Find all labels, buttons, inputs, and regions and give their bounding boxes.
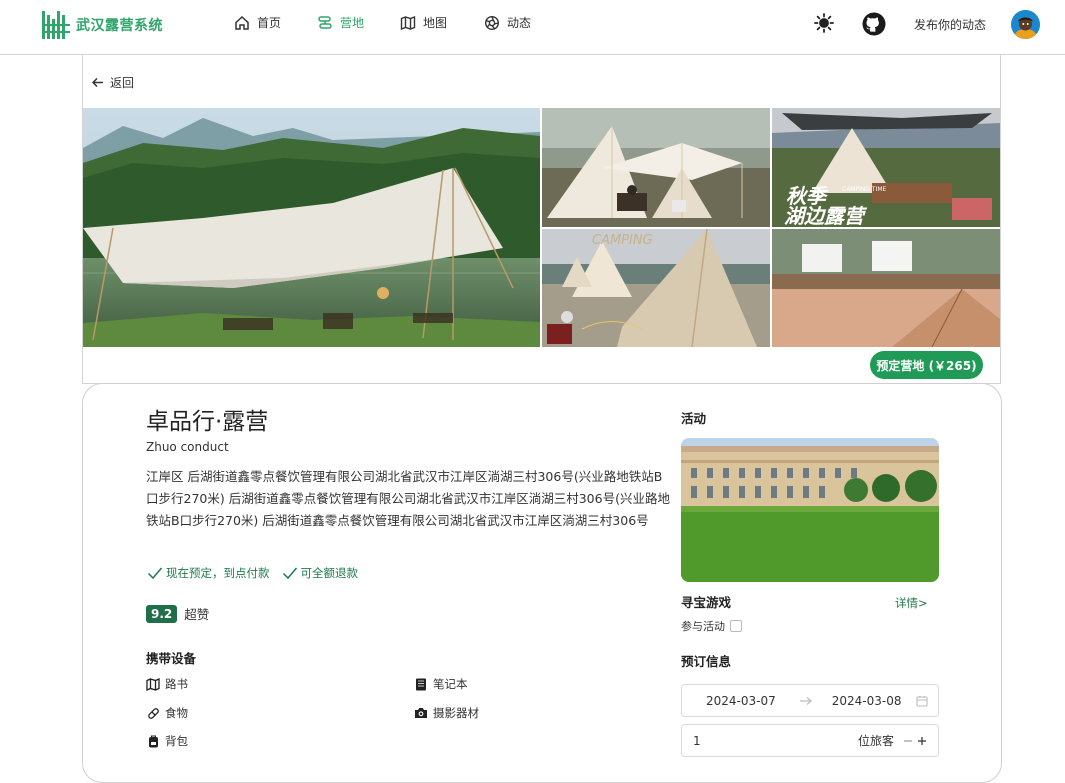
gear-title: 携带设备 — [146, 651, 197, 666]
logo[interactable]: 武汉露营系统 — [42, 11, 163, 39]
score-badge: 9.2 — [146, 604, 178, 623]
app-title: 武汉露营系统 — [76, 18, 163, 34]
tents-photo — [542, 108, 770, 227]
nav-item-moments[interactable]: 动态 — [484, 14, 531, 31]
perk-label: 可全额退款 — [300, 566, 359, 580]
nav-item-label: 地图 — [423, 16, 448, 30]
join-checkbox[interactable] — [730, 620, 742, 632]
nav-item-home[interactable]: 首页 — [234, 14, 281, 31]
join-activity[interactable]: 参与活动 — [681, 618, 742, 634]
nav-item-label: 首页 — [257, 16, 282, 30]
date-range-picker[interactable]: 2024-03-07 2024-03-08 — [681, 684, 939, 717]
guest-count-field[interactable]: 1 位旅客 — [681, 724, 939, 757]
lake-tarp-photo — [83, 108, 540, 347]
home-icon — [235, 15, 249, 30]
score-label: 超赞 — [184, 607, 210, 622]
sun-icon[interactable] — [813, 12, 835, 34]
join-label: 参与活动 — [681, 620, 725, 633]
gear-label: 笔记本 — [433, 677, 468, 691]
avatar[interactable] — [1011, 10, 1040, 39]
nav-item-map[interactable]: 地图 — [400, 14, 447, 31]
camp-address: 江岸区 后湖街道鑫零点餐饮管理有限公司湖北省武汉市江岸区淌湖三村306号(兴业路… — [146, 469, 670, 528]
gear-item: 路书 — [146, 676, 188, 692]
gear-label: 食物 — [165, 706, 188, 720]
activity-detail-link[interactable]: 详情> — [895, 595, 928, 611]
backpack-icon — [148, 735, 158, 747]
gear-item: 摄影器材 — [414, 705, 479, 721]
signpost-icon — [318, 15, 332, 29]
check-icon — [282, 567, 297, 580]
end-date[interactable]: 2024-03-08 — [832, 694, 902, 708]
rating: 9.2 超赞 — [146, 604, 209, 623]
autumn-camp-photo: 秋季 CAMPING TIME 湖边露营 — [772, 108, 1000, 227]
gallery-photo[interactable]: CAMPING — [542, 229, 770, 347]
perk-item: 可全额退款 — [282, 565, 359, 581]
map-icon — [146, 677, 160, 691]
guest-count[interactable]: 1 — [693, 734, 858, 748]
arrow-left-icon — [91, 77, 103, 88]
camera-icon — [415, 708, 427, 718]
overlay-text: 湖边露营 — [784, 204, 868, 227]
guest-unit-label: 位旅客 — [858, 734, 895, 748]
palace-lawn-photo — [681, 438, 939, 582]
gear-label: 摄影器材 — [433, 706, 479, 720]
perk-label: 现在预定，到点付款 — [166, 566, 270, 580]
activity-name: 寻宝游戏 — [681, 595, 732, 610]
start-date[interactable]: 2024-03-07 — [706, 694, 776, 708]
pill-icon — [147, 707, 159, 719]
activity-title: 活动 — [681, 411, 707, 426]
arrow-right-icon — [799, 696, 812, 705]
gear-label: 背包 — [165, 734, 188, 748]
camp-name: 卓品行·露营 — [146, 409, 269, 435]
gear-item: 背包 — [146, 733, 188, 749]
back-button[interactable]: 返回 — [91, 74, 134, 91]
camp-subtitle: Zhuo conduct — [146, 440, 229, 454]
publish-link[interactable]: 发布你的动态 — [914, 16, 986, 33]
gallery-photo[interactable]: 秋季 CAMPING TIME 湖边露营 — [772, 108, 1000, 227]
top-nav: 武汉露营系统 首页 营地 地图 动态 发布你的动态 — [0, 0, 1065, 55]
book-camp-button[interactable]: 预定营地 (￥265) — [870, 351, 983, 379]
activity-image[interactable] — [681, 438, 939, 582]
logo-icon — [42, 11, 70, 39]
check-icon — [147, 567, 163, 580]
booking-title: 预订信息 — [681, 654, 732, 669]
gallery-photo[interactable] — [772, 229, 1000, 347]
camp-furniture-photo — [772, 229, 1000, 347]
bell-tents-photo: CAMPING — [542, 229, 770, 347]
nav-item-label: 营地 — [340, 16, 365, 30]
gear-item: 食物 — [146, 705, 188, 721]
nav-item-label: 动态 — [507, 16, 532, 30]
plus-icon[interactable] — [917, 736, 927, 746]
gallery-main-photo[interactable] — [83, 108, 540, 347]
gallery-photo[interactable] — [542, 108, 770, 227]
overlay-text-small: CAMPING TIME — [842, 186, 887, 193]
nav-item-camps[interactable]: 营地 — [317, 14, 364, 31]
map-icon — [400, 15, 416, 30]
gear-item: 笔记本 — [414, 676, 468, 692]
perk-item: 现在预定，到点付款 — [147, 565, 270, 581]
perks: 现在预定，到点付款 可全额退款 — [147, 565, 370, 581]
aperture-icon — [484, 15, 500, 30]
tent-text: CAMPING — [592, 233, 653, 248]
back-label: 返回 — [110, 76, 135, 90]
calendar-icon — [915, 695, 928, 707]
avatar-icon — [1011, 10, 1040, 39]
notebook-icon — [416, 678, 426, 690]
gear-label: 路书 — [165, 677, 188, 691]
minus-icon[interactable] — [903, 736, 913, 746]
github-icon[interactable] — [862, 12, 886, 36]
